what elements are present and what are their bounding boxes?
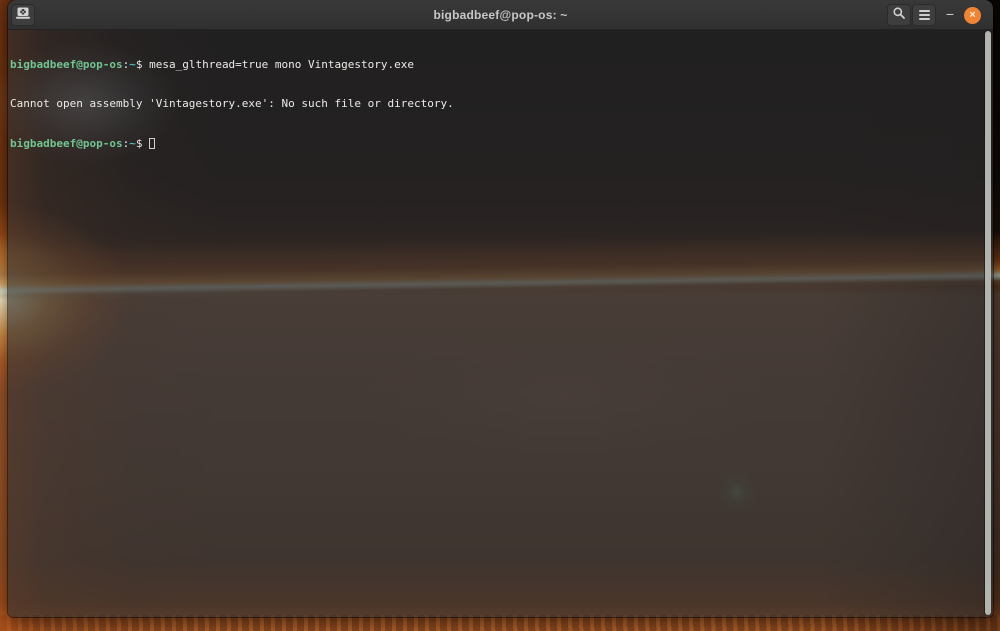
prompt-path: ~ [129,58,136,71]
prompt-path: ~ [129,137,136,150]
minimize-icon: − [946,6,954,22]
terminal-window: bigbadbeef@pop-os: ~ − × [8,0,993,617]
close-button[interactable]: × [964,7,981,24]
terminal-line-error: Cannot open assembly 'Vintagestory.exe':… [10,97,981,110]
terminal-output: bigbadbeef@pop-os:~$ mesa_glthread=true … [10,31,981,177]
search-button[interactable] [887,4,911,26]
hamburger-menu-icon [919,14,930,16]
menu-button[interactable] [912,4,936,26]
prompt-user: bigbadbeef@pop-os [10,137,123,150]
desktop: bigbadbeef@pop-os: ~ − × [0,0,1000,631]
command-text: mesa_glthread=true mono Vintagestory.exe [142,58,414,71]
terminal-cursor [149,138,155,149]
minimize-button[interactable]: − [943,0,957,30]
terminal-content[interactable]: bigbadbeef@pop-os:~$ mesa_glthread=true … [8,30,993,617]
close-icon: × [969,9,975,21]
prompt-user: bigbadbeef@pop-os [10,58,123,71]
scrollbar[interactable] [985,31,991,615]
titlebar[interactable]: bigbadbeef@pop-os: ~ − × [8,0,993,30]
prompt-symbol: $ [136,137,143,150]
terminal-line-command: bigbadbeef@pop-os:~$ mesa_glthread=true … [10,58,981,71]
window-title: bigbadbeef@pop-os: ~ [8,0,993,30]
terminal-line-prompt: bigbadbeef@pop-os:~$ [10,137,981,150]
search-icon [892,6,906,25]
